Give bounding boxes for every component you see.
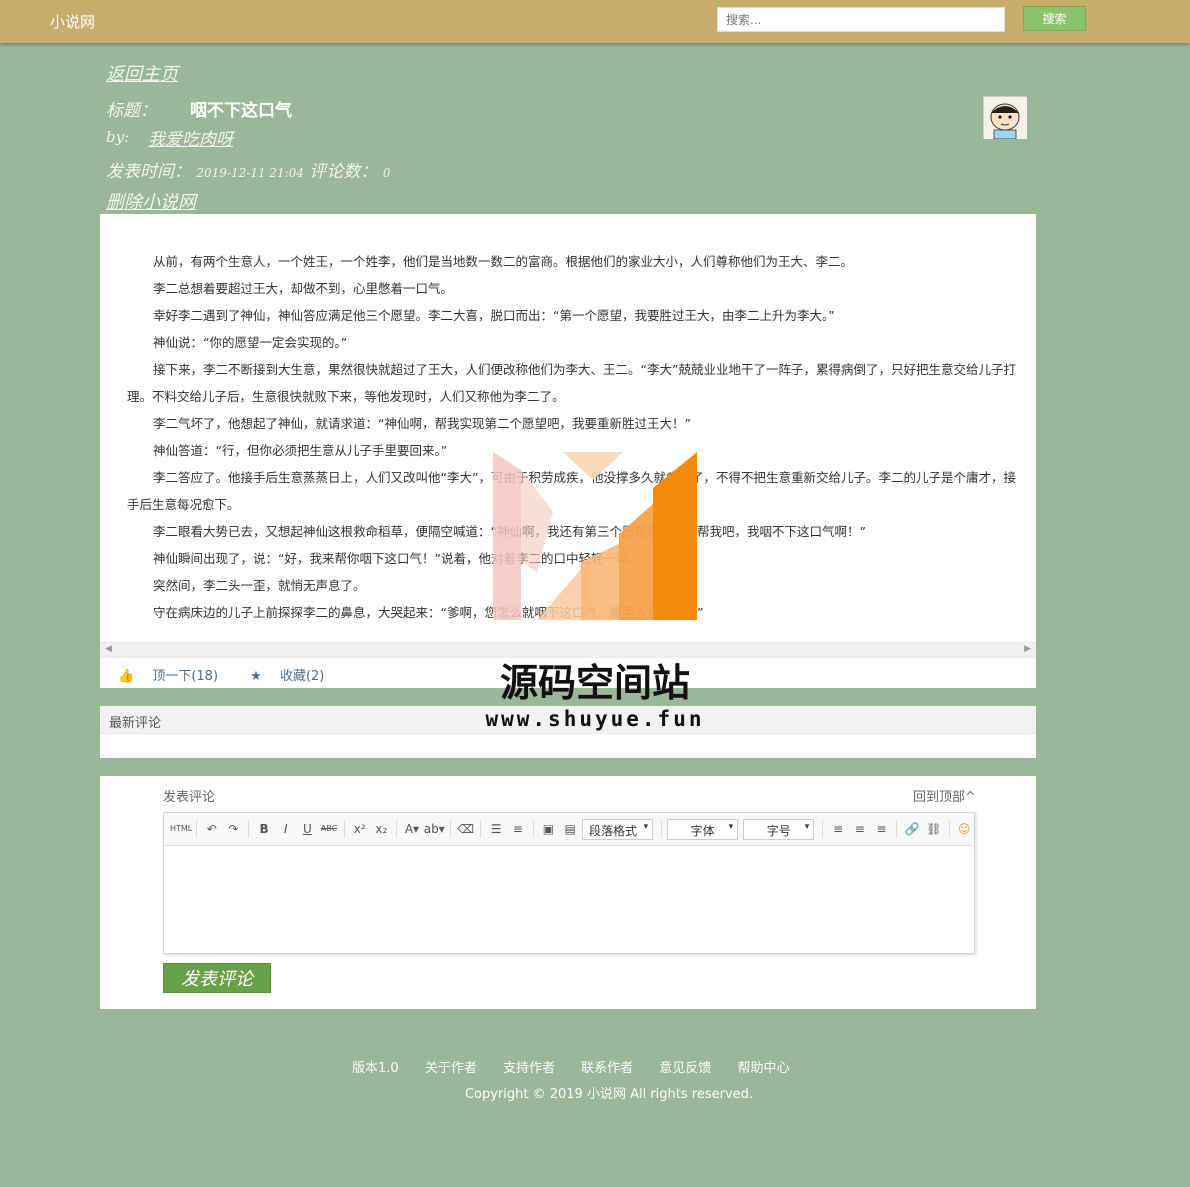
font-family-select[interactable]: 字体 <box>667 818 739 840</box>
editor-toolbar: HTML ↶ ↷ B I U ABC x² x₂ A▾ ab▾ ⌫ ☰ ≡ ▣ … <box>164 813 974 846</box>
superscript-icon[interactable]: x² <box>350 819 370 839</box>
back-home-link[interactable]: 返回主页 <box>106 60 178 86</box>
article-paragraph: 幸好李二遇到了神仙，神仙答应满足他三个愿望。李二大喜，脱口而出：“第一个愿望，我… <box>153 308 835 323</box>
search-button[interactable]: 搜索 <box>1023 6 1086 31</box>
article-paragraph: 从前，有两个生意人，一个姓王，一个姓李，他们是当地数一数二的富商。根据他们的家业… <box>153 254 854 269</box>
footer-links: 版本1.0 关于作者 支持作者 联系作者 意见反馈 帮助中心 <box>352 1057 811 1076</box>
toolbar-divider <box>396 820 398 838</box>
link-icon[interactable]: 🔗 <box>902 819 922 839</box>
unordered-list-icon[interactable]: ≡ <box>508 819 528 839</box>
paste-text-icon[interactable]: ▤ <box>560 819 580 839</box>
footer-link-contact[interactable]: 联系作者 <box>581 1061 633 1076</box>
italic-icon[interactable]: I <box>276 819 296 839</box>
subscript-icon[interactable]: x₂ <box>372 819 392 839</box>
ordered-list-icon[interactable]: ☰ <box>486 819 506 839</box>
article-paragraph: 接下来，李二不断接到大生意，果然很快就超过了王大，人们便改称他们为李大、王二。“… <box>127 362 1016 404</box>
copyright: Copyright © 2019 小说网 All rights reserved… <box>464 1087 754 1102</box>
underline-icon[interactable]: U <box>298 819 318 839</box>
title-label: 标题： <box>106 101 157 121</box>
strikethrough-icon[interactable]: ABC <box>319 819 339 839</box>
toolbar-divider <box>948 820 950 838</box>
submit-comment-button[interactable]: 发表评论 <box>163 963 271 993</box>
align-left-icon[interactable]: ≡ <box>828 819 848 839</box>
font-color-icon[interactable]: A▾ <box>402 819 422 839</box>
font-size-select[interactable]: 字号 <box>743 818 815 840</box>
html-source-icon[interactable]: HTML <box>170 819 192 839</box>
align-right-icon[interactable]: ≡ <box>872 819 892 839</box>
delete-link[interactable]: 删除小说网 <box>106 188 196 214</box>
article-paragraph: 神仙说：“你的愿望一定会实现的。” <box>153 335 348 350</box>
blockquote-icon[interactable]: ▣ <box>539 819 559 839</box>
posted-label: 发表时间： <box>106 162 191 182</box>
article-paragraph: 李二气坏了，他想起了神仙，就请求道：“神仙啊，帮我实现第二个愿望吧，我要重新胜过… <box>153 416 691 431</box>
watermark-url: www.shuyue.fun <box>485 707 705 731</box>
toolbar-divider <box>196 820 197 838</box>
paragraph-format-select[interactable]: 段落格式 <box>581 818 654 840</box>
footer-link-about[interactable]: 关于作者 <box>425 1061 477 1076</box>
watermark-logo-icon <box>493 452 697 620</box>
footer-link-feedback[interactable]: 意见反馈 <box>659 1061 711 1076</box>
search-input[interactable] <box>717 7 1005 32</box>
post-meta: 发表时间： 2019-12-11 21:04 评论数： 0 <box>106 157 390 182</box>
article-paragraph: 李二总想着要超过王大，却做不到，心里憋着一口气。 <box>153 281 454 296</box>
avatar[interactable] <box>983 96 1027 140</box>
toolbar-divider <box>480 820 482 838</box>
comment-form: 发表评论 回到顶部^ HTML ↶ ↷ B I U ABC x² x₂ A▾ a… <box>100 776 1036 1009</box>
bold-icon[interactable]: B <box>254 819 274 839</box>
toolbar-divider <box>896 820 898 838</box>
watermark-name: 源码空间站 <box>499 661 690 705</box>
background-color-icon[interactable]: ab▾ <box>424 819 445 839</box>
brand-logo[interactable]: 小说网 <box>50 11 95 32</box>
page-title: 咽不下这口气 <box>190 101 292 121</box>
by-label: by: <box>106 128 130 146</box>
toolbar-divider <box>532 820 534 838</box>
avatar-cartoon-icon <box>984 97 1027 140</box>
posted-time: 2019-12-11 21:04 <box>196 166 304 180</box>
author-link[interactable]: 我爱吃肉呀 <box>148 125 233 150</box>
toolbar-divider <box>248 820 250 838</box>
rich-text-editor[interactable]: HTML ↶ ↷ B I U ABC x² x₂ A▾ ab▾ ⌫ ☰ ≡ ▣ … <box>163 812 975 954</box>
unlink-icon[interactable]: ⛓ <box>924 819 944 839</box>
back-to-top-link[interactable]: 回到顶部^ <box>913 786 976 805</box>
toolbar-divider <box>822 820 824 838</box>
toolbar-divider <box>343 820 345 838</box>
align-center-icon[interactable]: ≡ <box>850 819 870 839</box>
comment-form-label: 发表评论 <box>163 790 216 805</box>
comments-count-label: 评论数： <box>309 162 378 182</box>
eraser-icon[interactable]: ⌫ <box>456 819 476 839</box>
footer-version: 版本1.0 <box>352 1061 399 1076</box>
emoji-icon[interactable]: ☺ <box>954 819 974 839</box>
footer-link-help[interactable]: 帮助中心 <box>737 1061 789 1076</box>
toolbar-divider <box>449 820 451 838</box>
undo-icon[interactable]: ↶ <box>202 819 222 839</box>
comments-count: 0 <box>382 166 391 180</box>
footer-link-support[interactable]: 支持作者 <box>503 1061 555 1076</box>
toolbar-divider <box>661 820 663 838</box>
top-bar: 小说网 搜索 <box>0 0 1190 43</box>
redo-icon[interactable]: ↷ <box>224 819 244 839</box>
